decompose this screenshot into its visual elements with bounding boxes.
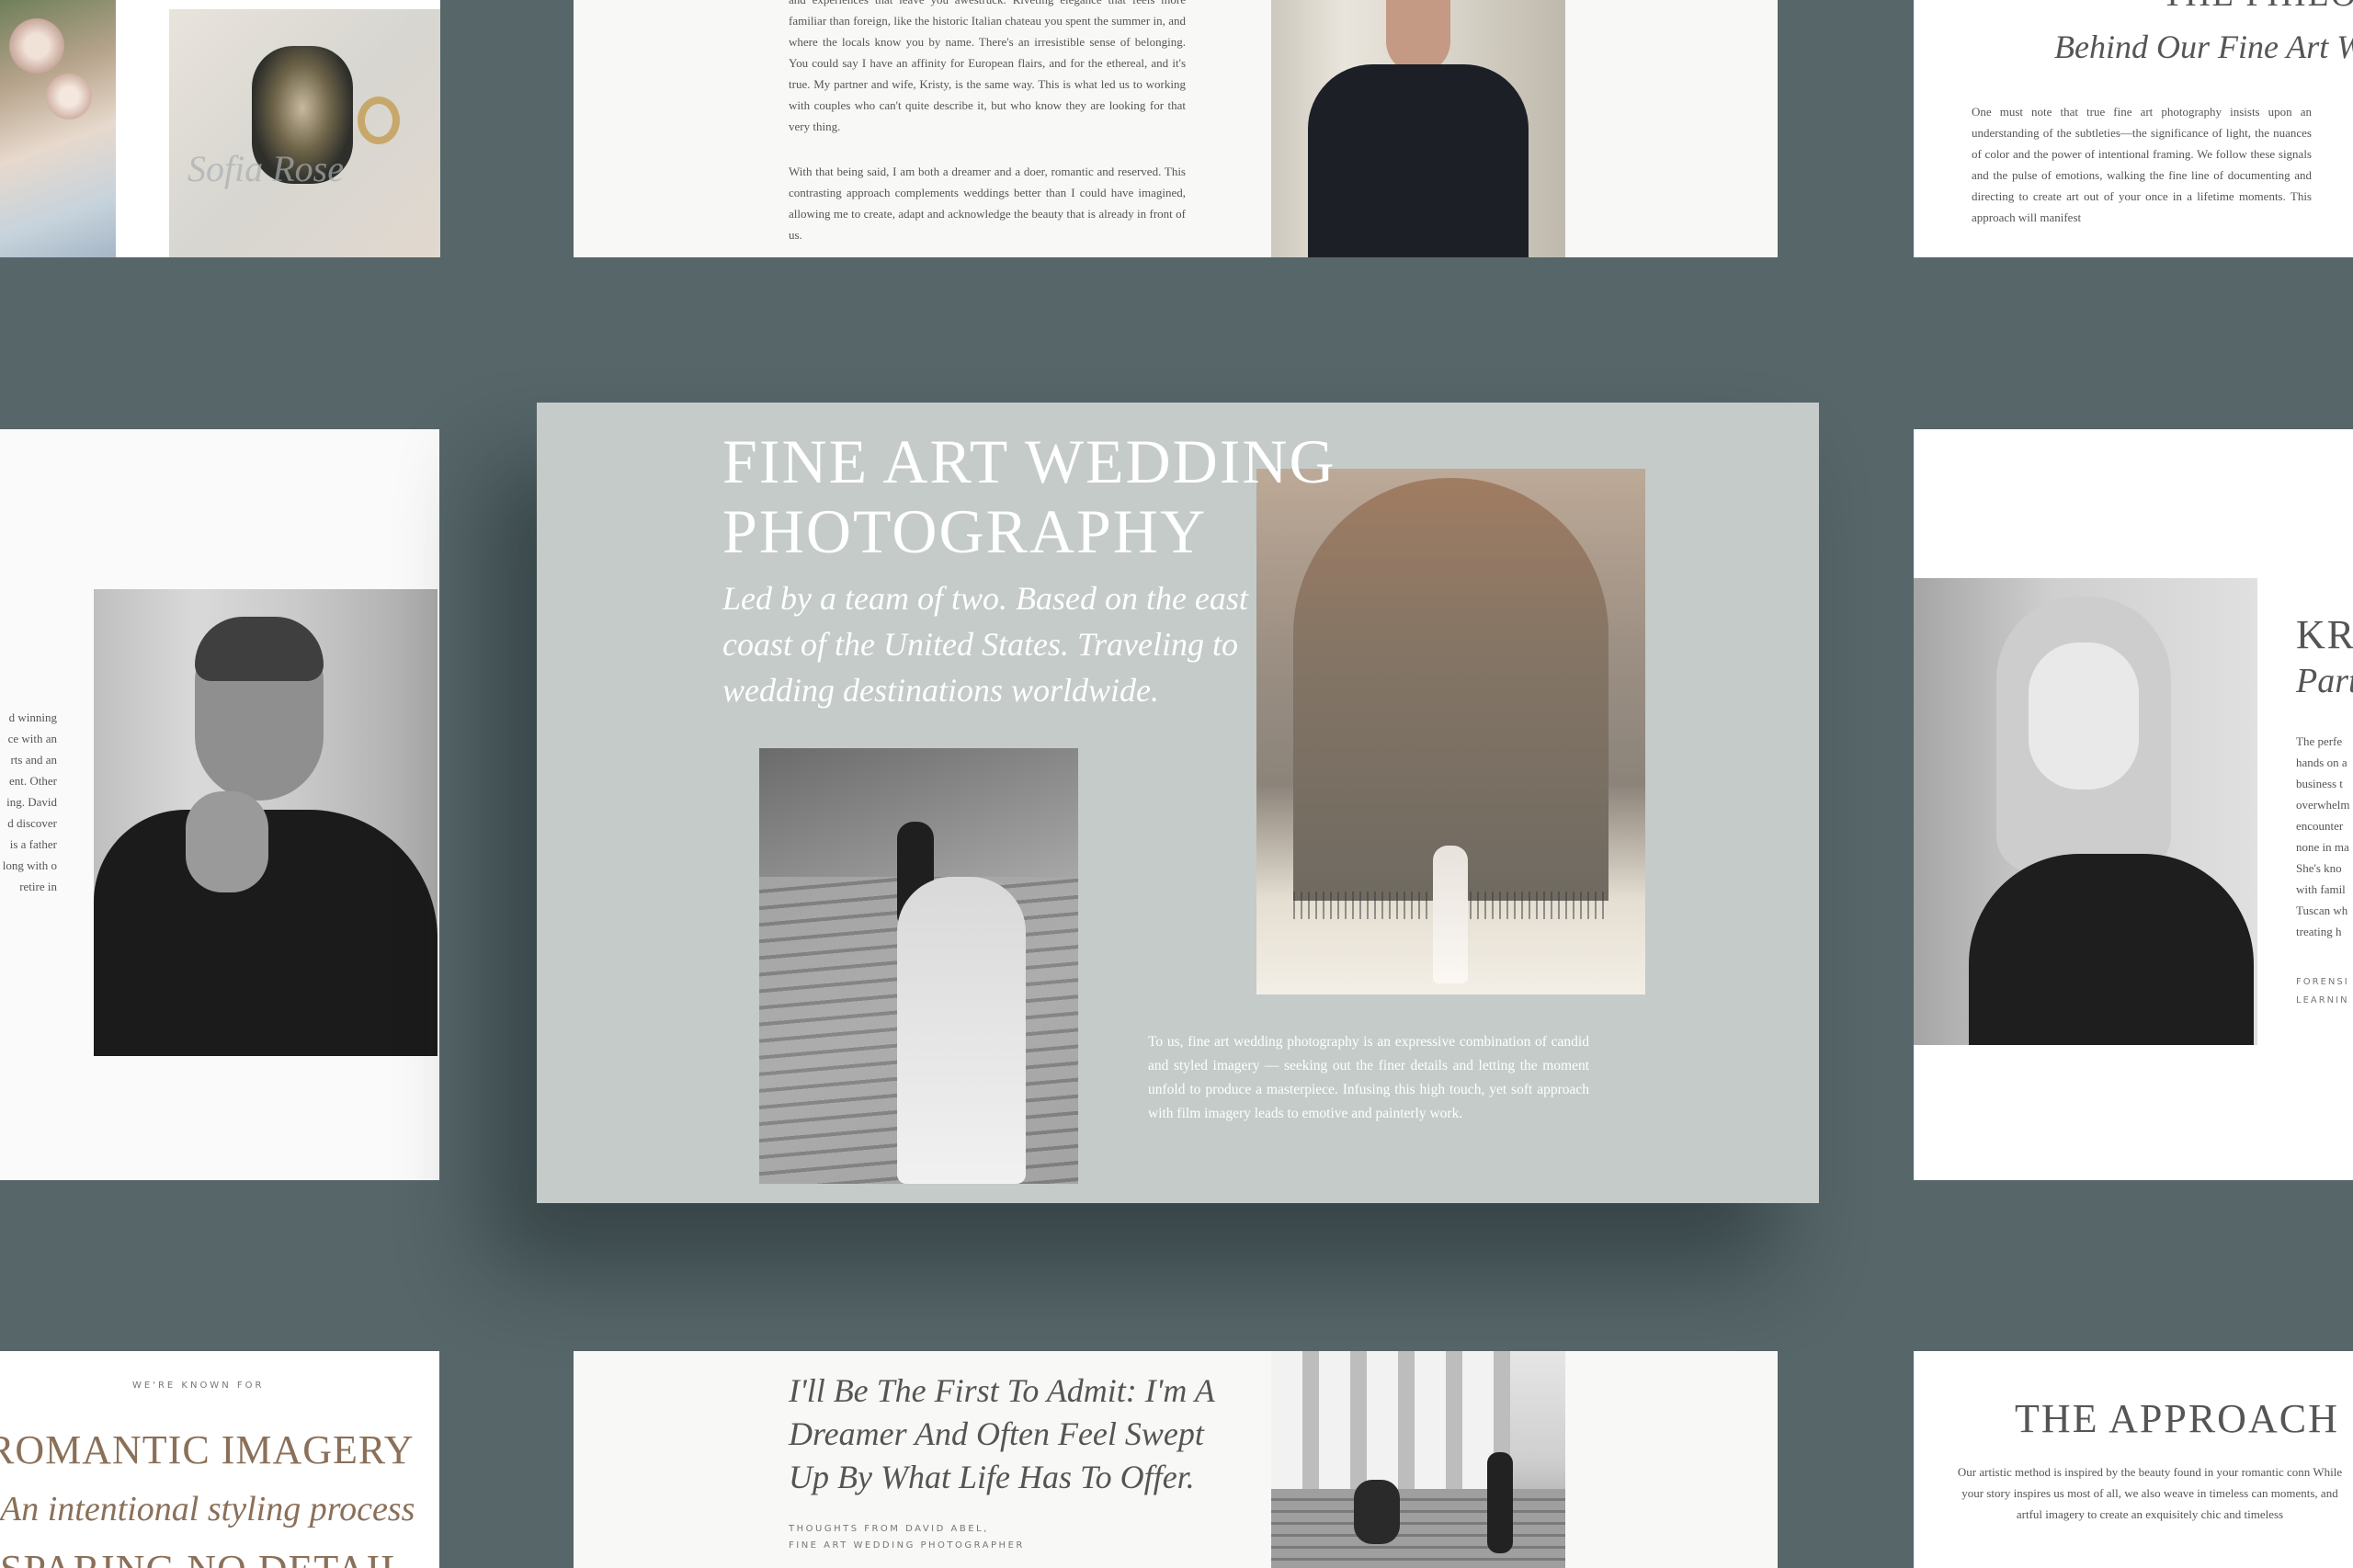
hero-card: FINE ART WEDDING PHOTOGRAPHY Led by a te… (537, 403, 1819, 1203)
kristy-name: KR (2296, 612, 2353, 657)
body-shape (1308, 64, 1529, 257)
bio-paragraph-1: and experiences that leave you awestruck… (789, 0, 1186, 133)
card-middle-right: KR Part The perfe hands on a business t … (1914, 429, 2353, 1180)
photo-david-portrait (1271, 0, 1565, 257)
card-middle-left: d winning ce with an rts and an ent. Oth… (0, 429, 439, 1180)
ring-box-script-text: Sofia Rose (188, 148, 344, 189)
known-for-kicker: WE'RE KNOWN FOR (132, 1381, 265, 1391)
bride-figure (1433, 846, 1468, 983)
dreamer-quote: I'll Be The First To Admit: I'm A Dreame… (789, 1372, 1215, 1495)
philosophy-subtitle: Behind Our Fine Art W (2054, 28, 2353, 65)
hero-subtitle: Led by a team of two. Based on the east … (722, 580, 1248, 709)
hero-title: FINE ART WEDDING PHOTOGRAPHY (722, 426, 1421, 566)
hero-body-text: To us, fine art wedding photography is a… (1148, 1034, 1589, 1121)
card-top-middle: and experiences that leave you awestruck… (574, 0, 1778, 257)
card-top-right: THE PHILO Behind Our Fine Art W One must… (1914, 0, 2353, 257)
kristy-footer-line-1: FORENSI (2296, 977, 2349, 987)
hero-title-line-2: PHOTOGRAPHY (722, 496, 1208, 566)
head-shape (1386, 0, 1450, 74)
kristy-bio-text: The perfe hands on a business t overwhel… (2296, 734, 2350, 938)
flower-cluster (9, 18, 64, 74)
philosophy-title: THE PHILO (2162, 0, 2353, 15)
flower-cluster (46, 74, 92, 119)
photo-floral-bride (0, 0, 116, 257)
hair-shape (195, 617, 324, 681)
photo-couple-stairs (759, 748, 1078, 1184)
photo-couple-columns (1271, 1351, 1565, 1568)
quote-credit-line-2: FINE ART WEDDING PHOTOGRAPHER (789, 1540, 1025, 1551)
styling-process-subheading: An intentional styling process (0, 1490, 415, 1528)
steps-texture (1271, 1489, 1565, 1568)
kristy-footer-line-2: LEARNIN (2296, 995, 2349, 1006)
figure-seated (1354, 1480, 1400, 1544)
gold-ring (358, 97, 400, 144)
approach-body: Our artistic method is inspired by the b… (1957, 1465, 2343, 1521)
hand-shape (186, 791, 268, 892)
bio-paragraph-2: With that being said, I am both a dreame… (789, 165, 1186, 242)
philosophy-body: One must note that true fine art photogr… (1972, 105, 2312, 224)
body-shape (1969, 854, 2254, 1045)
sparing-no-detail-heading: SPARING NO DETAIL (0, 1546, 406, 1568)
photo-kristy-bw (1914, 578, 2257, 1045)
card-bottom-left: WE'RE KNOWN FOR ROMANTIC IMAGERY An inte… (0, 1351, 439, 1568)
approach-title: THE APPROACH (2015, 1396, 2339, 1441)
hero-title-line-1: FINE ART WEDDING (722, 426, 1336, 496)
card-bottom-right: THE APPROACH Our artistic method is insp… (1914, 1351, 2353, 1568)
kristy-role: Part (2296, 662, 2353, 700)
quote-credit-line-1: THOUGHTS FROM DAVID ABEL, (789, 1524, 989, 1534)
photo-david-bw (94, 589, 438, 1056)
face-shape (2029, 642, 2139, 790)
figure-standing (1487, 1452, 1513, 1553)
columns-texture (1271, 1351, 1510, 1489)
romantic-imagery-heading: ROMANTIC IMAGERY (0, 1427, 415, 1472)
card-top-left: Sofia Rose (0, 0, 440, 257)
david-bio-text: d winning ce with an rts and an ent. Oth… (2, 710, 57, 893)
photo-ring-box: Sofia Rose (169, 9, 440, 257)
card-bottom-middle: I'll Be The First To Admit: I'm A Dreame… (574, 1351, 1778, 1568)
bride-figure (897, 877, 1026, 1184)
